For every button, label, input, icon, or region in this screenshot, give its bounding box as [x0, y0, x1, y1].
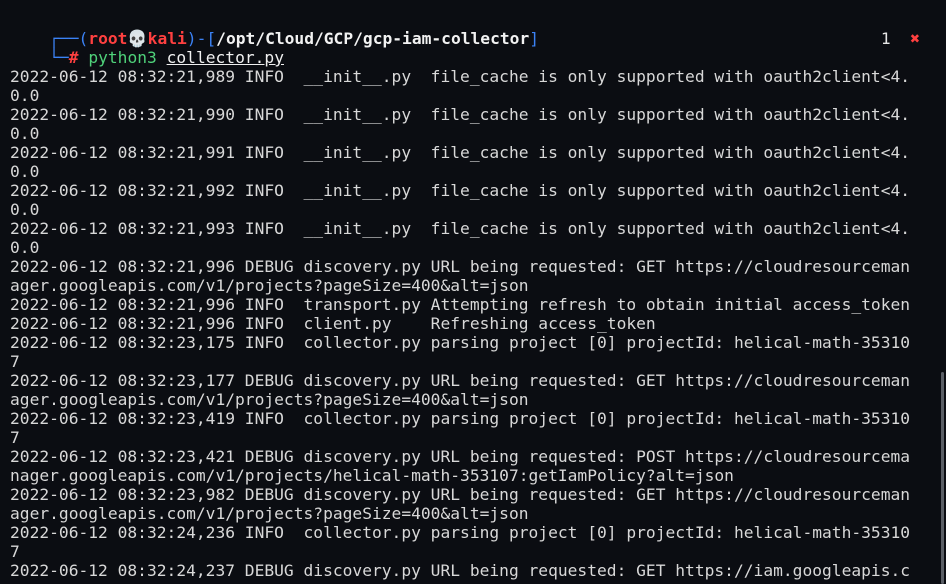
prompt-top-line: ┌──(root💀kali)-[/opt/Cloud/GCP/gcp-iam-c… — [10, 10, 539, 48]
log-line: 0.0 — [10, 162, 40, 181]
log-line: 0.0 — [10, 238, 40, 257]
command-argument: collector.py — [166, 48, 284, 67]
log-line: 2022-06-12 08:32:21,989 INFO __init__.py… — [10, 67, 911, 86]
log-line: 2022-06-12 08:32:23,982 DEBUG discovery.… — [10, 485, 911, 504]
log-line: 2022-06-12 08:32:21,993 INFO __init__.py… — [10, 219, 911, 238]
log-line: 2022-06-12 08:32:23,419 INFO collector.p… — [10, 409, 911, 428]
log-line: 2022-06-12 08:32:23,177 DEBUG discovery.… — [10, 371, 911, 390]
terminal-window[interactable]: ┌──(root💀kali)-[/opt/Cloud/GCP/gcp-iam-c… — [0, 0, 946, 584]
log-line: 2022-06-12 08:32:21,996 DEBUG discovery.… — [10, 257, 911, 276]
prompt-frame-bottom: └─ — [49, 48, 69, 67]
log-line: 2022-06-12 08:32:23,421 DEBUG discovery.… — [10, 447, 911, 466]
log-line: 7 — [10, 352, 20, 371]
log-line: ager.googleapis.com/v1/projects?pageSize… — [10, 504, 529, 523]
job-number: 1 — [880, 29, 891, 48]
log-line: 2022-06-12 08:32:21,992 INFO __init__.py… — [10, 181, 911, 200]
vertical-scrollbar[interactable] — [941, 372, 944, 584]
log-line: ager.googleapis.com/v1/projects?pageSize… — [10, 390, 529, 409]
log-line: nager.googleapis.com/v1/projects/helical… — [10, 466, 734, 485]
log-line: 2022-06-12 08:32:21,990 INFO __init__.py… — [10, 105, 911, 124]
log-line: 2022-06-12 08:32:24,236 INFO collector.p… — [10, 523, 911, 542]
log-line: 2022-06-12 08:32:21,996 INFO transport.p… — [10, 295, 911, 314]
prompt-command-line[interactable]: └─# python3 collector.py — [10, 29, 284, 67]
job-status-indicator: 1 ✖ — [881, 29, 920, 48]
error-x-icon: ✖ — [910, 29, 920, 48]
log-line: 2022-06-12 08:32:23,175 INFO collector.p… — [10, 333, 911, 352]
log-line: 2022-06-12 08:32:24,237 DEBUG discovery.… — [10, 561, 911, 580]
log-line: 0.0 — [10, 124, 40, 143]
log-line: 7 — [10, 428, 20, 447]
log-line: 7 — [10, 542, 20, 561]
log-line: ager.googleapis.com/v1/projects?pageSize… — [10, 276, 529, 295]
prompt-path-close: ] — [529, 29, 540, 48]
log-line: 0.0 — [10, 200, 40, 219]
root-hash-symbol: # — [68, 48, 79, 67]
log-line: 2022-06-12 08:32:21,991 INFO __init__.py… — [10, 143, 911, 162]
command-name: python3 — [88, 48, 157, 67]
log-line: 0.0 — [10, 86, 40, 105]
log-line: 2022-06-12 08:32:21,996 INFO client.py R… — [10, 314, 656, 333]
